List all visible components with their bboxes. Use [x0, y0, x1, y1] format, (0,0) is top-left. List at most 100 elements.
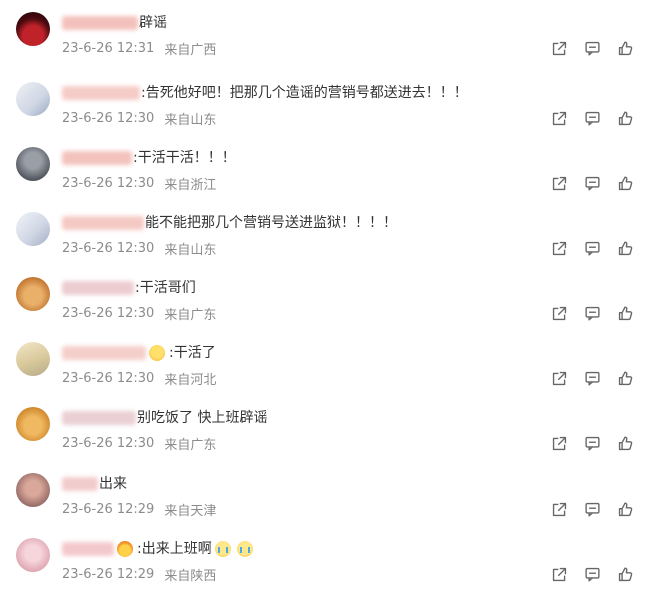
- reply-button[interactable]: [583, 565, 601, 583]
- comment-text: :干活了: [169, 345, 216, 361]
- reply-button[interactable]: [583, 174, 601, 192]
- share-icon: [552, 306, 566, 320]
- like-icon: [618, 40, 632, 55]
- username-blurred[interactable]: [62, 281, 134, 295]
- reply-button[interactable]: [583, 500, 601, 518]
- username-blurred[interactable]: [62, 346, 146, 360]
- share-icon: [552, 371, 566, 385]
- avatar[interactable]: [16, 12, 50, 46]
- like-icon: [618, 175, 632, 190]
- username-blurred[interactable]: [62, 16, 138, 30]
- share-button[interactable]: [550, 369, 568, 387]
- share-icon: [552, 502, 566, 516]
- angry-emoji-icon: [149, 345, 165, 361]
- reply-button[interactable]: [583, 369, 601, 387]
- like-button[interactable]: [616, 109, 634, 127]
- like-button[interactable]: [616, 434, 634, 452]
- username-blurred[interactable]: [62, 542, 114, 556]
- like-icon: [618, 370, 632, 385]
- share-button[interactable]: [550, 239, 568, 257]
- avatar[interactable]: [16, 342, 50, 376]
- comment-location: 来自浙江: [164, 177, 217, 193]
- comment-line: :出来上班啊: [62, 538, 256, 560]
- share-button[interactable]: [550, 500, 568, 518]
- comment-meta: 23-6-26 12:30 来自广东: [62, 433, 216, 453]
- avatar[interactable]: [16, 538, 50, 572]
- share-icon: [552, 436, 566, 450]
- avatar[interactable]: [16, 212, 50, 246]
- share-icon: [552, 567, 566, 581]
- share-button[interactable]: [550, 565, 568, 583]
- comment-item: :告死他好吧！把那几个造谣的营销号都送进去！！！ 23-6-26 12:30 来…: [0, 82, 660, 142]
- comment-item: :干活干活！！！ 23-6-26 12:30 来自浙江: [0, 147, 660, 207]
- comment-actions: [550, 238, 634, 258]
- comment-line: 辟谣: [62, 12, 167, 34]
- comment-meta: 23-6-26 12:30 来自广东: [62, 303, 216, 323]
- comment-meta: 23-6-26 12:30 来自山东: [62, 108, 216, 128]
- comment-line: :干活干活！！！: [62, 147, 236, 169]
- comment-item: :干活哥们 23-6-26 12:30 来自广东: [0, 277, 660, 337]
- comment-actions: [550, 433, 634, 453]
- share-button[interactable]: [550, 109, 568, 127]
- share-button[interactable]: [550, 39, 568, 57]
- like-icon: [618, 435, 632, 450]
- comment-text: :出来上班啊: [137, 541, 212, 557]
- comment-location: 来自天津: [164, 503, 217, 519]
- like-button[interactable]: [616, 565, 634, 583]
- comment-icon: [584, 436, 600, 451]
- comment-actions: [550, 303, 634, 323]
- comment-line: :干活了: [62, 342, 216, 364]
- comment-icon: [584, 306, 600, 321]
- comment-meta: 23-6-26 12:29 来自天津: [62, 499, 216, 519]
- comment-time: 23-6-26 12:30: [62, 110, 155, 126]
- comment-item: 能不能把那几个营销号送进监狱！！！！ 23-6-26 12:30 来自山东: [0, 212, 660, 272]
- avatar[interactable]: [16, 277, 50, 311]
- like-button[interactable]: [616, 304, 634, 322]
- comment-icon: [584, 241, 600, 256]
- username-blurred[interactable]: [62, 86, 140, 100]
- reply-button[interactable]: [583, 434, 601, 452]
- comment-time: 23-6-26 12:30: [62, 435, 155, 451]
- like-button[interactable]: [616, 239, 634, 257]
- comment-text: :干活干活！！！: [133, 150, 236, 166]
- username-blurred[interactable]: [62, 216, 144, 230]
- comment-line: :干活哥们: [62, 277, 196, 299]
- like-button[interactable]: [616, 39, 634, 57]
- username-blurred[interactable]: [62, 477, 98, 491]
- comment-icon: [584, 111, 600, 126]
- comment-time: 23-6-26 12:30: [62, 240, 155, 256]
- comment-meta: 23-6-26 12:30 来自浙江: [62, 173, 216, 193]
- reply-button[interactable]: [583, 304, 601, 322]
- like-icon: [618, 501, 632, 516]
- comment-item: 出来 23-6-26 12:29 来自天津: [0, 473, 660, 533]
- crying-emoji-icon: [214, 541, 231, 557]
- like-button[interactable]: [616, 174, 634, 192]
- like-button[interactable]: [616, 500, 634, 518]
- avatar[interactable]: [16, 147, 50, 181]
- share-icon: [552, 41, 566, 55]
- comment-location: 来自广东: [164, 437, 217, 453]
- comment-meta: 23-6-26 12:30 来自河北: [62, 368, 216, 388]
- username-blurred[interactable]: [62, 151, 132, 165]
- comment-icon: [584, 567, 600, 582]
- reply-button[interactable]: [583, 109, 601, 127]
- comment-icon: [584, 502, 600, 517]
- comment-time: 23-6-26 12:30: [62, 305, 155, 321]
- share-button[interactable]: [550, 174, 568, 192]
- share-button[interactable]: [550, 434, 568, 452]
- comment-actions: [550, 499, 634, 519]
- username-blurred[interactable]: [62, 411, 136, 425]
- comment-actions: [550, 38, 634, 58]
- like-button[interactable]: [616, 369, 634, 387]
- reply-button[interactable]: [583, 239, 601, 257]
- comment-location: 来自山东: [164, 242, 217, 258]
- avatar[interactable]: [16, 407, 50, 441]
- share-button[interactable]: [550, 304, 568, 322]
- comment-list: 辟谣 23-6-26 12:31 来自广西 :告死他好吧！把那几个造谣的营销号都…: [0, 0, 660, 603]
- like-icon: [618, 566, 632, 581]
- reply-button[interactable]: [583, 39, 601, 57]
- comment-line: 出来: [62, 473, 127, 495]
- comment-time: 23-6-26 12:29: [62, 566, 155, 582]
- avatar[interactable]: [16, 473, 50, 507]
- avatar[interactable]: [16, 82, 50, 116]
